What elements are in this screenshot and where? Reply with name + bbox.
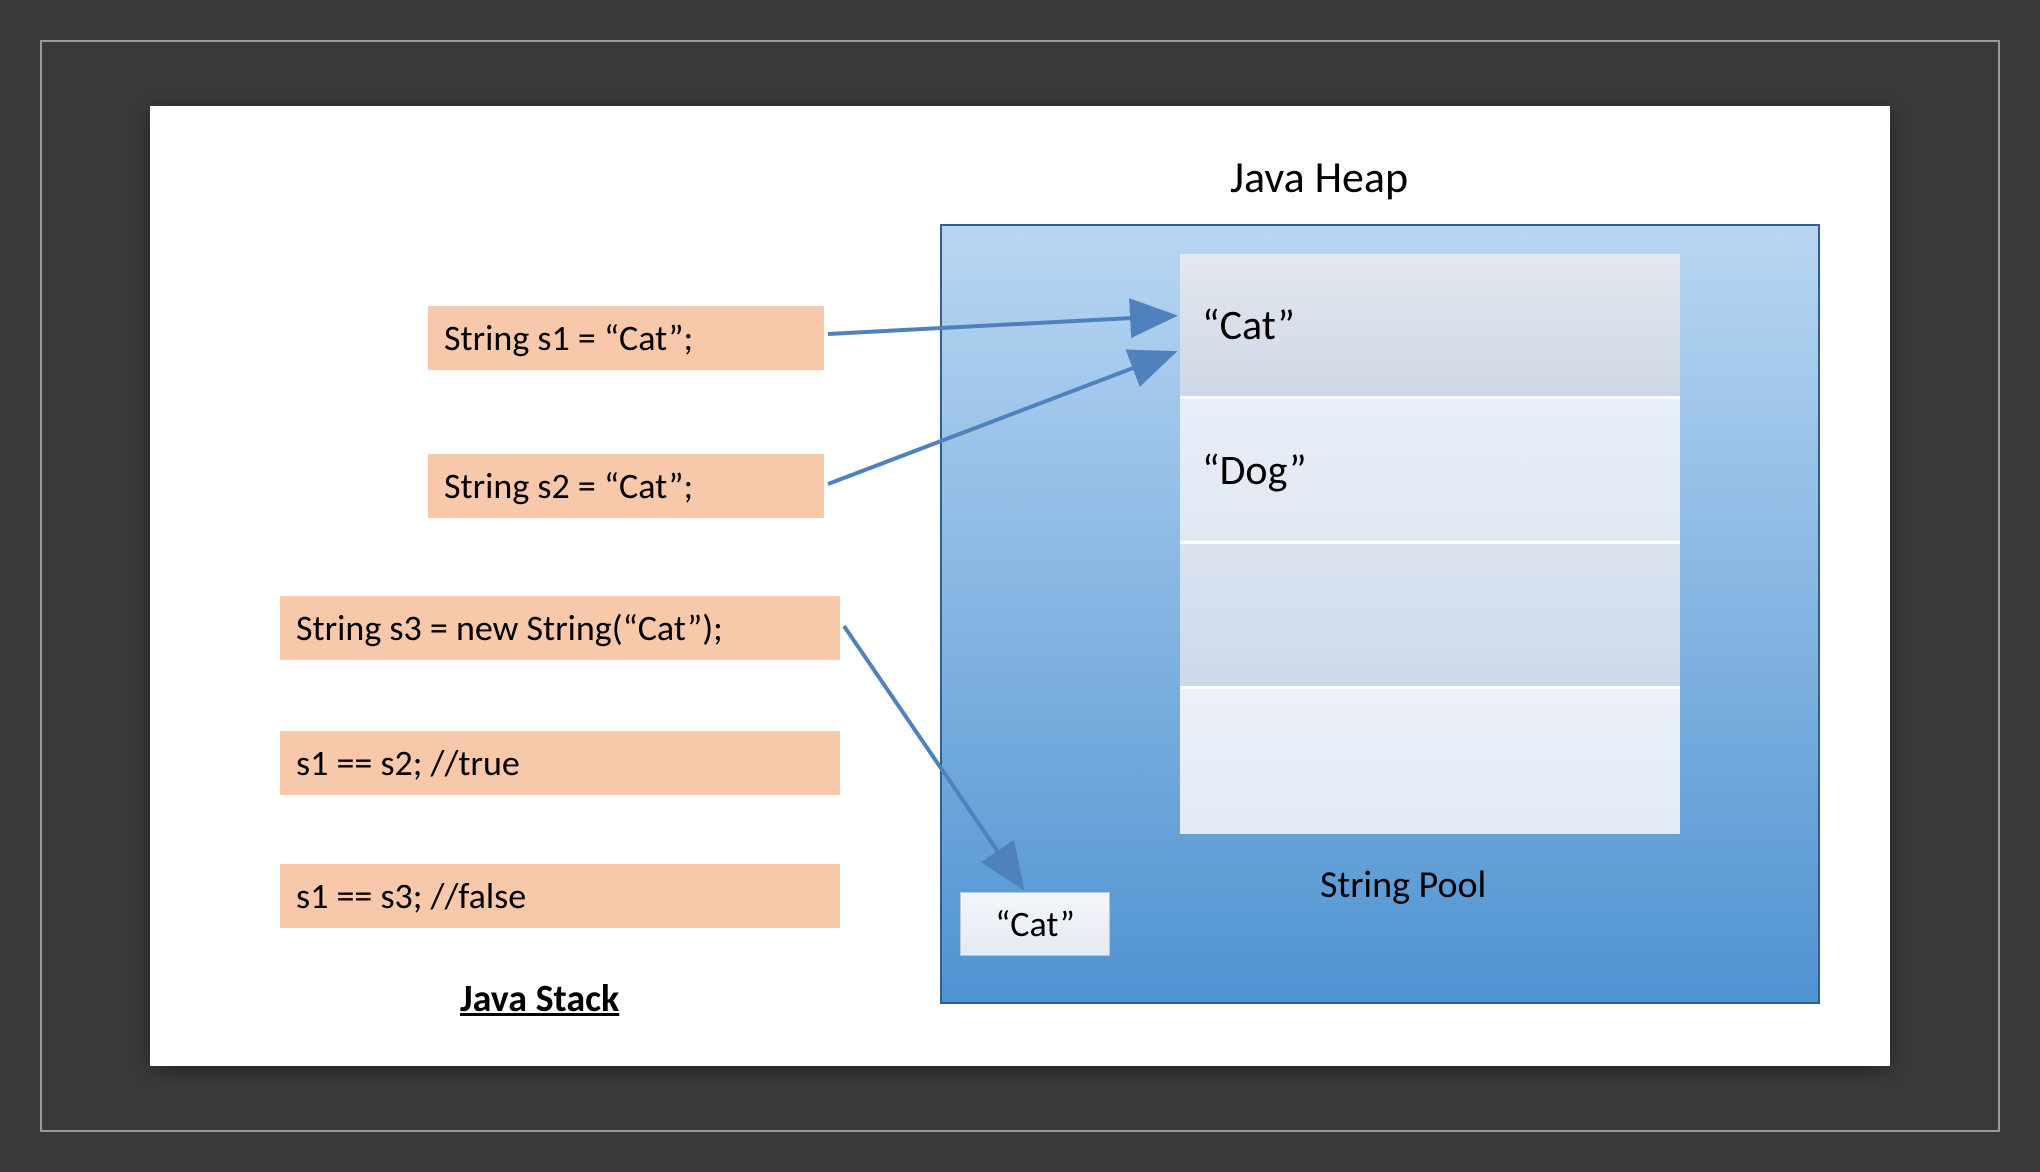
code-line-s1-eq-s3: s1 == s3; //false <box>280 864 840 928</box>
heap-object-cat: “Cat” <box>960 892 1110 956</box>
pool-row-empty-1 <box>1180 544 1680 689</box>
code-line-s1: String s1 = “Cat”; <box>428 306 824 370</box>
pool-row-dog: “Dog” <box>1180 399 1680 544</box>
code-line-s1-eq-s2: s1 == s2; //true <box>280 731 840 795</box>
code-line-s2: String s2 = “Cat”; <box>428 454 824 518</box>
pool-row-empty-2 <box>1180 689 1680 834</box>
pool-row-cat: “Cat” <box>1180 254 1680 399</box>
heap-title: Java Heap <box>1230 150 1408 204</box>
outer-frame: Java Heap “Cat” “Dog” String Pool “Cat” … <box>40 40 2000 1132</box>
stack-label: Java Stack <box>460 976 619 1022</box>
slide-canvas: Java Heap “Cat” “Dog” String Pool “Cat” … <box>150 106 1890 1066</box>
string-pool-label: String Pool <box>1320 862 1486 908</box>
string-pool-table: “Cat” “Dog” <box>1180 254 1680 834</box>
code-line-s3: String s3 = new String(“Cat”); <box>280 596 840 660</box>
